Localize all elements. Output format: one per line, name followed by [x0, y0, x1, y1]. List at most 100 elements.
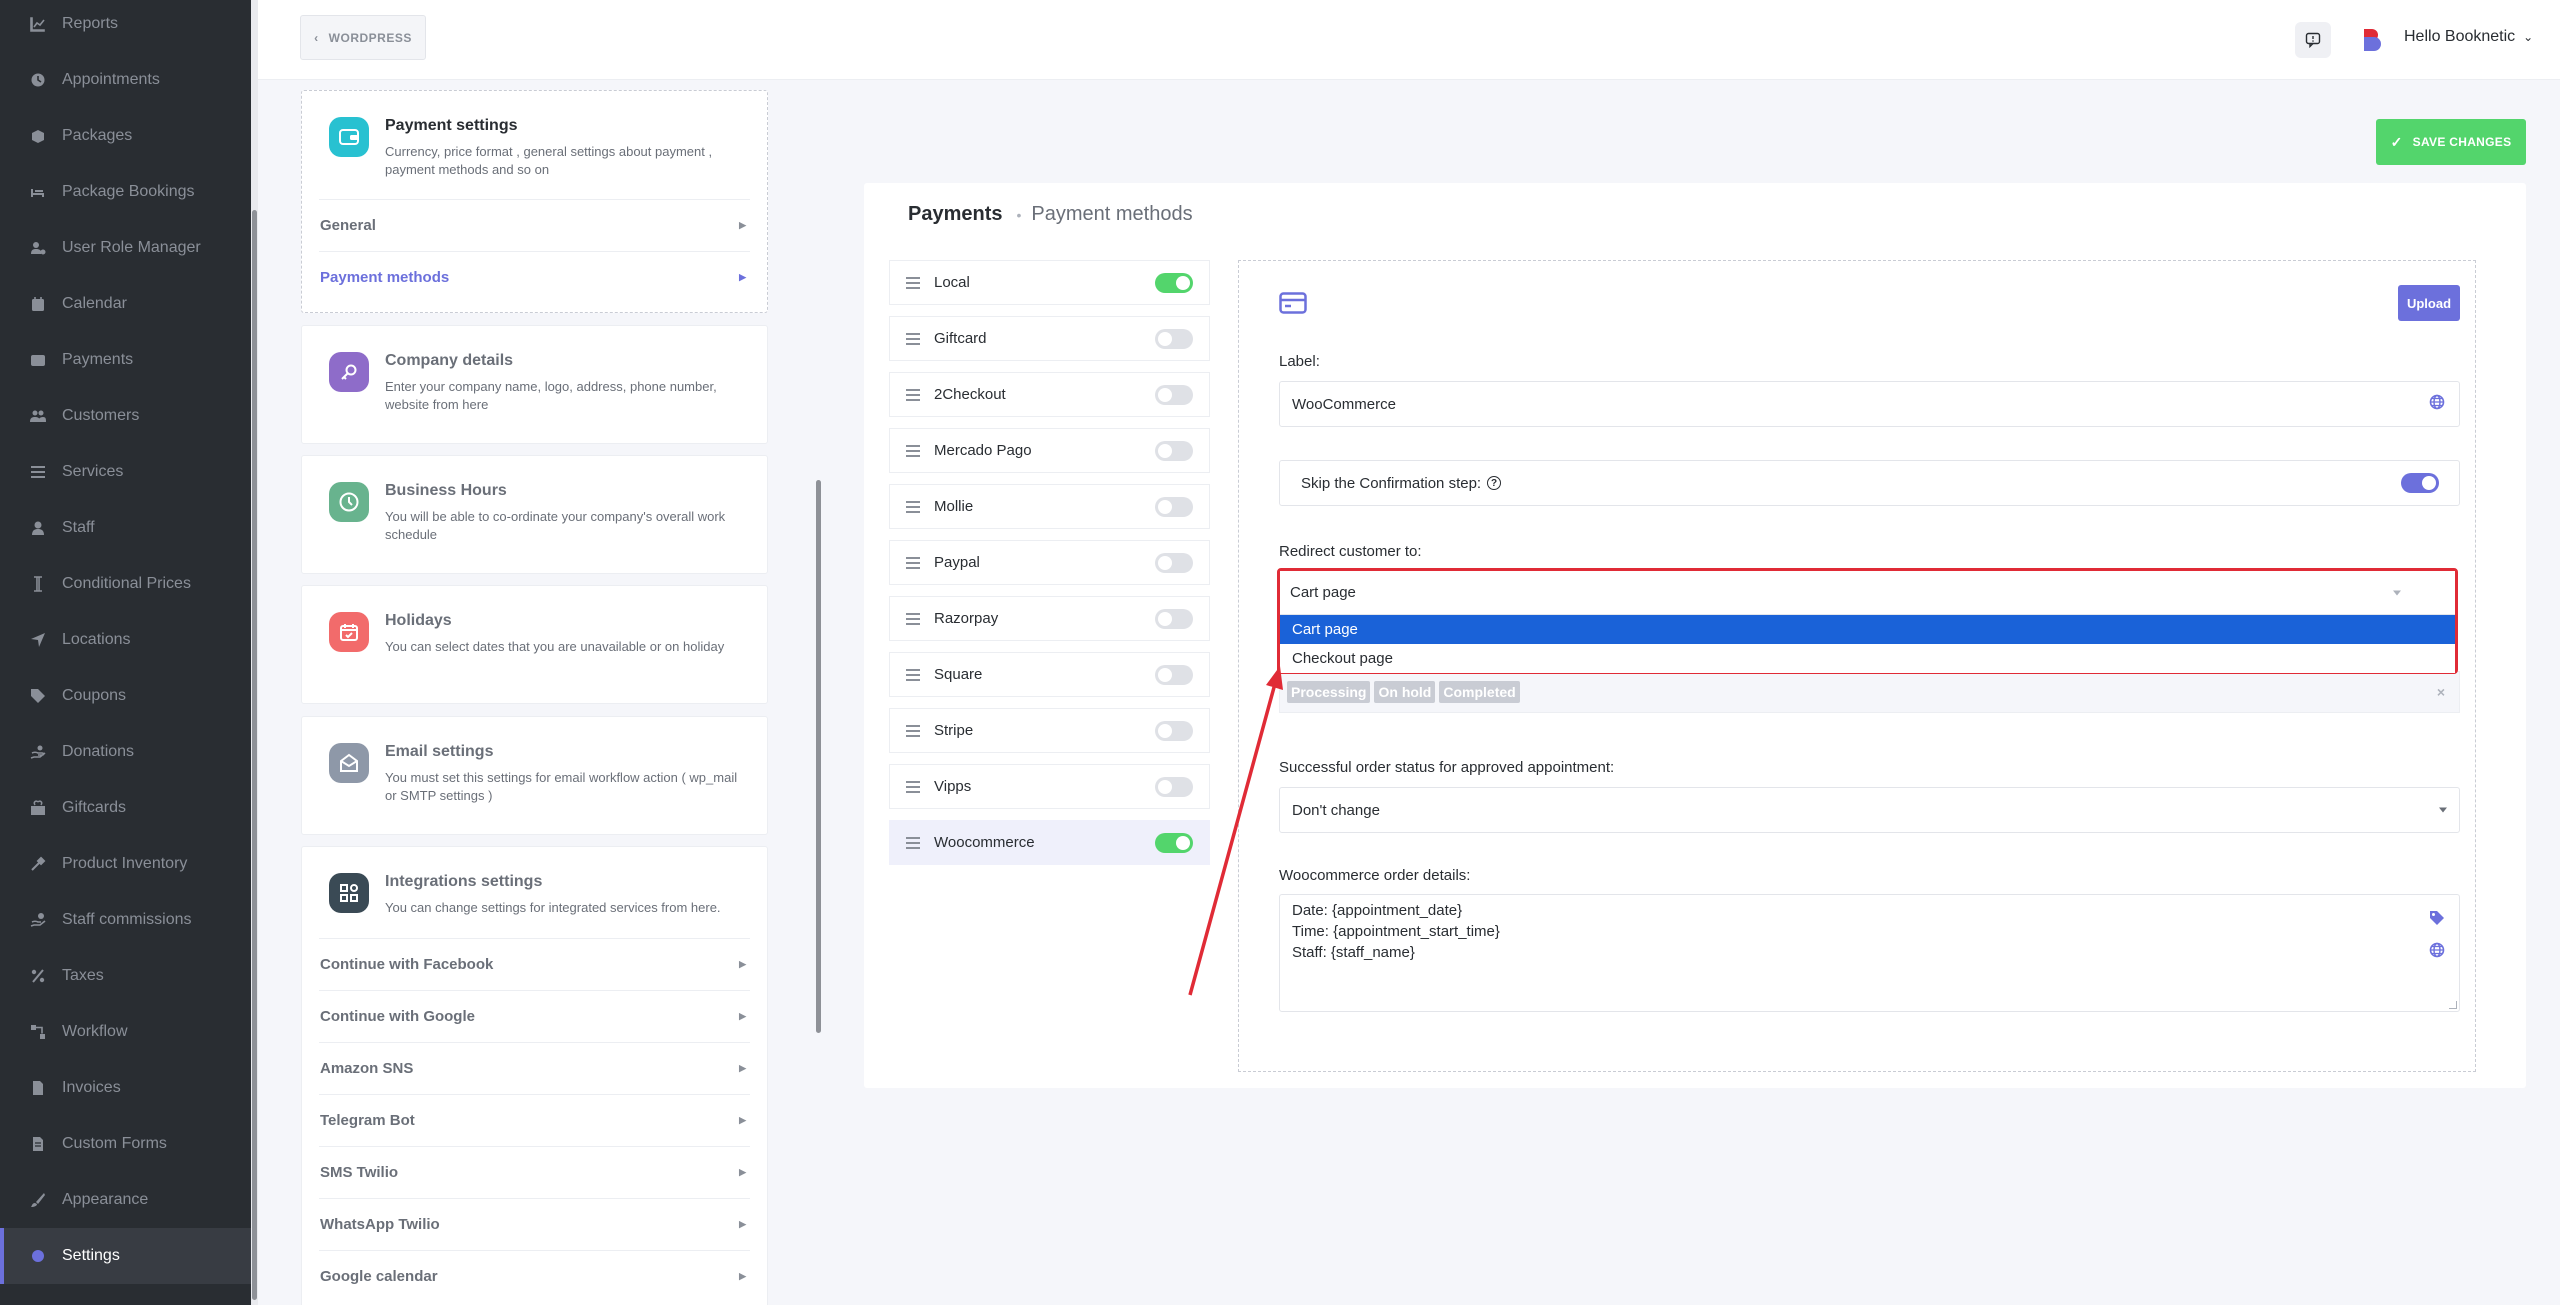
subnav-payment-methods[interactable]: Payment methods ▶	[319, 251, 750, 303]
subnav-google-calendar[interactable]: Google calendar ▶	[319, 1250, 750, 1302]
drag-handle-icon[interactable]	[906, 556, 920, 569]
gateway-row-mercado-pago[interactable]: Mercado Pago	[889, 428, 1210, 473]
drag-handle-icon[interactable]	[906, 500, 920, 513]
sidebar-item-customers[interactable]: Customers	[0, 388, 251, 444]
business-hours-card[interactable]: Business Hours You will be able to co-or…	[301, 455, 768, 574]
drag-handle-icon[interactable]	[906, 668, 920, 681]
gateway-row-local[interactable]: Local	[889, 260, 1210, 305]
gateway-toggle[interactable]	[1155, 440, 1193, 461]
gateway-row-2checkout[interactable]: 2Checkout	[889, 372, 1210, 417]
subnav-amazon-sns[interactable]: Amazon SNS ▶	[319, 1042, 750, 1094]
gateway-row-woocommerce[interactable]: Woocommerce	[889, 820, 1210, 865]
sidebar-item-label: Reports	[62, 15, 119, 32]
status-tag[interactable]: Completed	[1439, 681, 1520, 703]
sidebar-item-giftcards[interactable]: Giftcards	[0, 780, 251, 836]
integrations-settings-card[interactable]: Integrations settings You can change set…	[301, 846, 768, 1305]
settings-nav-scrollbar[interactable]	[814, 80, 822, 1305]
resize-handle[interactable]	[2449, 1001, 2457, 1009]
sidebar-item-donations[interactable]: Donations	[0, 724, 251, 780]
gateway-row-mollie[interactable]: Mollie	[889, 484, 1210, 529]
gateway-toggle[interactable]	[1155, 496, 1193, 517]
gateway-row-square[interactable]: Square	[889, 652, 1210, 697]
gateway-toggle[interactable]	[1155, 384, 1193, 405]
subnav-sms-twilio[interactable]: SMS Twilio ▶	[319, 1146, 750, 1198]
sidebar-item-packages[interactable]: Packages	[0, 108, 251, 164]
drag-handle-icon[interactable]	[906, 332, 920, 345]
order-status-multiselect[interactable]: Processing On hold Completed ×	[1279, 671, 2460, 713]
gateway-toggle[interactable]	[1155, 552, 1193, 573]
sidebar-item-custom-forms[interactable]: Custom Forms	[0, 1116, 251, 1172]
approved-status-select[interactable]: Don't change	[1279, 787, 2460, 833]
sidebar-scrollbar[interactable]	[251, 0, 258, 1305]
sidebar-item-conditional-prices[interactable]: Conditional Prices	[0, 556, 251, 612]
sidebar-item-settings[interactable]: Settings	[0, 1228, 251, 1284]
gateway-toggle[interactable]	[1155, 832, 1193, 853]
gateway-toggle[interactable]	[1155, 664, 1193, 685]
upload-button[interactable]: Upload	[2398, 285, 2460, 321]
status-tag[interactable]: On hold	[1374, 681, 1436, 703]
subnav-continue-with-facebook[interactable]: Continue with Facebook ▶	[319, 938, 750, 990]
settings-nav-scrollbar-thumb[interactable]	[816, 480, 821, 1033]
subnav-general[interactable]: General ▶	[319, 199, 750, 251]
gateway-row-razorpay[interactable]: Razorpay	[889, 596, 1210, 641]
drag-handle-icon[interactable]	[906, 724, 920, 737]
gateway-toggle[interactable]	[1155, 776, 1193, 797]
wordpress-back-button[interactable]: ‹ WORDPRESS	[300, 15, 426, 60]
support-chat-button[interactable]	[2295, 22, 2331, 58]
gateway-toggle[interactable]	[1155, 272, 1193, 293]
sidebar-item-taxes[interactable]: Taxes	[0, 948, 251, 1004]
redirect-select[interactable]: Cart page	[1280, 571, 2455, 615]
tag-icon[interactable]	[2429, 910, 2445, 932]
help-icon[interactable]: ?	[1487, 476, 1502, 490]
subnav-whatsapp-twilio[interactable]: WhatsApp Twilio ▶	[319, 1198, 750, 1250]
gateway-row-vipps[interactable]: Vipps	[889, 764, 1210, 809]
subnav-telegram-bot[interactable]: Telegram Bot ▶	[319, 1094, 750, 1146]
status-tag[interactable]: Processing	[1287, 681, 1371, 703]
gateway-toggle[interactable]	[1155, 720, 1193, 741]
drag-handle-icon[interactable]	[906, 276, 920, 289]
sidebar-item-locations[interactable]: Locations	[0, 612, 251, 668]
drag-handle-icon[interactable]	[906, 612, 920, 625]
redirect-option-cart-page[interactable]: Cart page	[1280, 615, 2455, 644]
clear-icon[interactable]: ×	[2437, 684, 2445, 700]
user-menu[interactable]: Hello Booknetic ⌄	[2404, 28, 2533, 46]
subnav-continue-with-google[interactable]: Continue with Google ▶	[319, 990, 750, 1042]
gateway-toggle[interactable]	[1155, 608, 1193, 629]
drag-handle-icon[interactable]	[906, 780, 920, 793]
gateway-row-giftcard[interactable]: Giftcard	[889, 316, 1210, 361]
sidebar-item-package-bookings[interactable]: Package Bookings	[0, 164, 251, 220]
payment-settings-card[interactable]: Payment settings Currency, price format …	[301, 90, 768, 313]
drag-handle-icon[interactable]	[906, 836, 920, 849]
sidebar-item-appearance[interactable]: Appearance	[0, 1172, 251, 1228]
skip-confirmation-toggle[interactable]	[2401, 473, 2439, 493]
gateway-toggle[interactable]	[1155, 328, 1193, 349]
sidebar-item-workflow[interactable]: Workflow	[0, 1004, 251, 1060]
redirect-option-checkout-page[interactable]: Checkout page	[1280, 644, 2455, 673]
globe-icon[interactable]	[2429, 394, 2445, 414]
sidebar-item-user-role-manager[interactable]: User Role Manager	[0, 220, 251, 276]
gateway-row-paypal[interactable]: Paypal	[889, 540, 1210, 585]
sidebar-item-services[interactable]: Services	[0, 444, 251, 500]
sidebar-item-staff[interactable]: Staff	[0, 500, 251, 556]
caret-right-icon: ▶	[739, 220, 746, 230]
sidebar-scrollbar-thumb[interactable]	[252, 210, 257, 1300]
label-input[interactable]: WooCommerce	[1279, 381, 2460, 427]
holidays-card[interactable]: Holidays You can select dates that you a…	[301, 585, 768, 704]
tag-icon	[30, 688, 46, 704]
sidebar-item-calendar[interactable]: Calendar	[0, 276, 251, 332]
drag-handle-icon[interactable]	[906, 388, 920, 401]
company-details-card[interactable]: Company details Enter your company name,…	[301, 325, 768, 444]
sidebar-item-coupons[interactable]: Coupons	[0, 668, 251, 724]
email-settings-card[interactable]: Email settings You must set this setting…	[301, 716, 768, 835]
sidebar-item-product-inventory[interactable]: Product Inventory	[0, 836, 251, 892]
globe-icon[interactable]	[2429, 942, 2445, 964]
save-changes-button[interactable]: ✓ SAVE CHANGES	[2376, 119, 2526, 165]
order-details-textarea[interactable]: Date: {appointment_date} Time: {appointm…	[1279, 894, 2460, 1012]
sidebar-item-staff-commissions[interactable]: Staff commissions	[0, 892, 251, 948]
sidebar-item-appointments[interactable]: Appointments	[0, 52, 251, 108]
gateway-row-stripe[interactable]: Stripe	[889, 708, 1210, 753]
drag-handle-icon[interactable]	[906, 444, 920, 457]
sidebar-item-payments[interactable]: Payments	[0, 332, 251, 388]
sidebar-item-reports[interactable]: Reports	[0, 0, 251, 52]
sidebar-item-invoices[interactable]: Invoices	[0, 1060, 251, 1116]
